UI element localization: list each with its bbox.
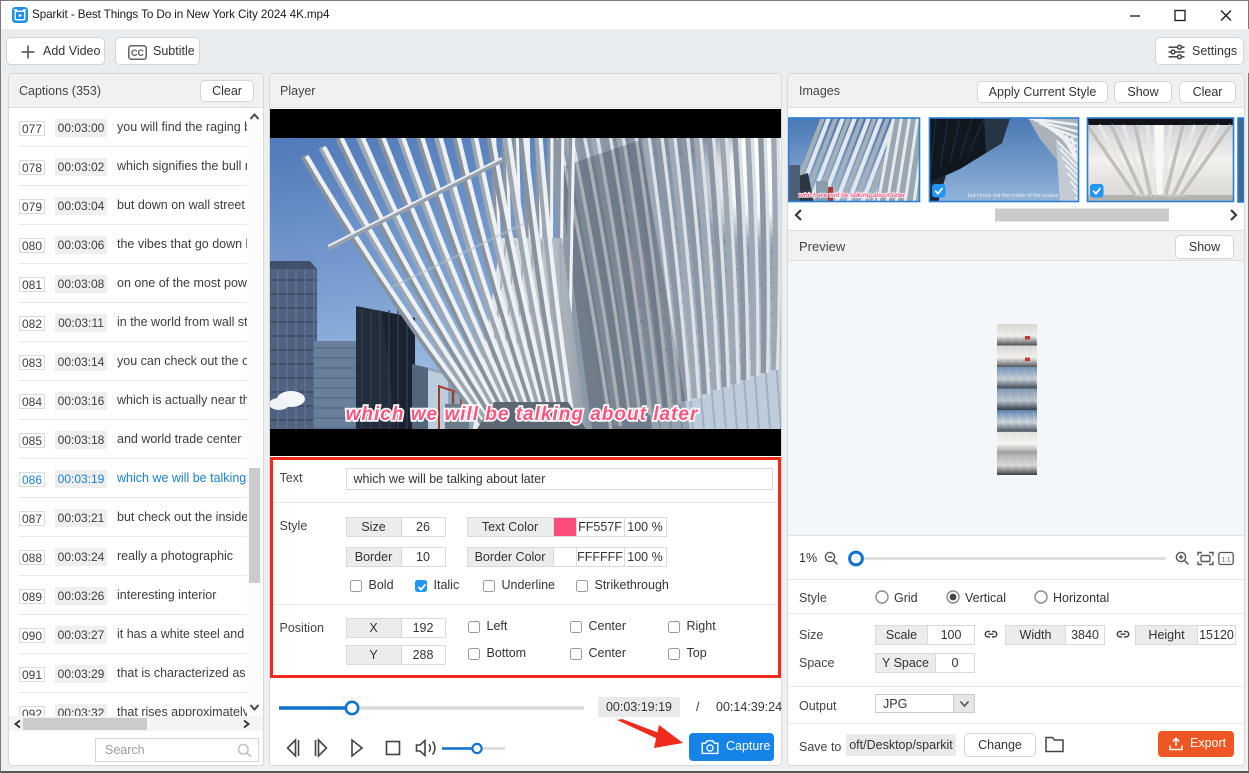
svg-text:1:1: 1:1 (1221, 557, 1230, 564)
svg-text:but check out the inside of th: but check out the inside of the oculus (968, 193, 1059, 199)
svg-text:really a photographic: really a photographic (1134, 193, 1185, 199)
svg-text:which we will be talking about: which we will be talking about later (799, 192, 906, 199)
svg-text:which we will be talking about: which we will be talking about later (346, 404, 699, 425)
svg-text:CC: CC (131, 48, 144, 58)
